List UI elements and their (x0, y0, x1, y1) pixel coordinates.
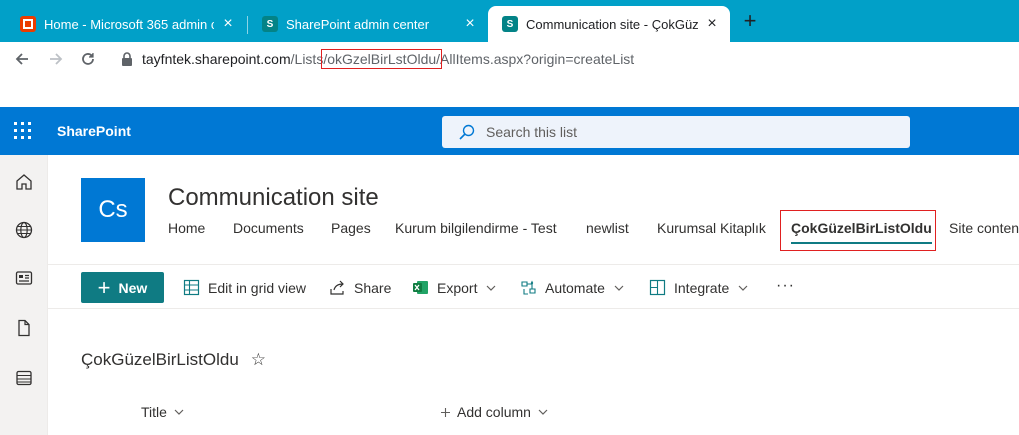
integrate-label: Integrate (674, 279, 730, 296)
nav-link-home[interactable]: Home (168, 212, 205, 252)
url-path-lists: /Lists (290, 51, 324, 67)
url-text[interactable]: tayfntek.sharepoint.com/Lists/okGzelBirL… (142, 49, 635, 69)
chevron-down-icon (614, 285, 624, 291)
tab-title: Communication site - ÇokGüzelBirListOldu (526, 16, 698, 32)
browser-tabstrip: Home - Microsoft 365 admin center × S Sh… (0, 0, 1019, 42)
share-icon (330, 280, 344, 295)
excel-icon (413, 281, 428, 294)
browser-tab-admin-center[interactable]: Home - Microsoft 365 admin center × (6, 6, 246, 42)
globe-icon[interactable] (14, 220, 34, 240)
more-options-icon[interactable]: ··· (776, 277, 795, 295)
site-title[interactable]: Communication site (168, 184, 379, 212)
site-navigation: Home Documents Pages Kurum bilgilendirme… (168, 212, 1019, 252)
forward-arrow-icon (50, 53, 63, 65)
automate-label: Automate (545, 279, 605, 296)
nav-link-pages[interactable]: Pages (331, 212, 371, 252)
nav-link-site-contents[interactable]: Site contents (949, 212, 1019, 252)
share-label: Share (354, 279, 392, 296)
tab-title: SharePoint admin center (286, 16, 430, 32)
close-tab-icon[interactable]: × (704, 16, 720, 32)
suite-bar: SharePoint (0, 107, 1019, 155)
nav-link-newlist[interactable]: newlist (586, 212, 629, 252)
search-icon (459, 124, 475, 140)
news-icon[interactable] (14, 268, 34, 288)
chevron-down-icon (174, 409, 184, 415)
list-title: ÇokGüzelBirListOldu ☆ (81, 350, 266, 370)
browser-toolbar: tayfntek.sharepoint.com/Lists/okGzelBirL… (0, 42, 1019, 76)
nav-link-current-list[interactable]: ÇokGüzelBirListOldu (791, 212, 932, 252)
sharepoint-brand-link[interactable]: SharePoint (57, 123, 131, 139)
chevron-down-icon (538, 409, 548, 415)
reload-icon (82, 53, 94, 65)
search-input[interactable] (486, 124, 886, 140)
search-box[interactable] (442, 116, 910, 148)
add-column-label: Add column (457, 404, 531, 420)
document-icon[interactable] (14, 318, 34, 338)
forward-button[interactable] (44, 47, 68, 71)
nav-link-kurum-bilgilendirme[interactable]: Kurum bilgilendirme - Test (395, 212, 557, 252)
plus-icon: + (97, 274, 111, 300)
tab-title: Home - Microsoft 365 admin center (44, 16, 214, 32)
office-icon (20, 16, 36, 32)
command-bar: + New Edit in grid view Share Export Aut… (48, 264, 1019, 309)
grid-icon (183, 279, 200, 296)
automate-icon (521, 280, 536, 295)
export-button[interactable]: Export (412, 265, 497, 310)
new-button[interactable]: + New (81, 272, 164, 303)
nav-link-documents[interactable]: Documents (233, 212, 304, 252)
column-header-title[interactable]: Title (141, 404, 185, 420)
site-logo[interactable]: Cs (81, 178, 145, 242)
export-label: Export (437, 279, 478, 296)
edit-in-grid-view-button[interactable]: Edit in grid view (183, 265, 306, 310)
back-arrow-icon (15, 53, 28, 65)
new-button-label: New (118, 279, 148, 296)
column-title-label: Title (141, 404, 167, 420)
new-tab-button[interactable]: + (738, 10, 762, 34)
browser-tab-communication-site[interactable]: S Communication site - ÇokGüzelBirListOl… (488, 6, 730, 42)
add-column-button[interactable]: Add column (440, 404, 549, 420)
url-host: tayfntek.sharepoint.com (142, 51, 291, 67)
sharepoint-icon: S (262, 16, 278, 32)
url-highlighted-segment: /okGzelBirLstOldu/ (321, 49, 443, 69)
chevron-down-icon (487, 285, 496, 291)
list-title-text: ÇokGüzelBirListOldu (81, 350, 239, 369)
app-bar (0, 155, 48, 435)
chevron-down-icon (738, 285, 748, 291)
plus-icon (441, 407, 450, 417)
integrate-icon (649, 279, 666, 296)
sharepoint-icon: S (502, 16, 518, 32)
app-launcher-icon[interactable] (14, 122, 32, 140)
share-button[interactable]: Share (329, 265, 391, 310)
reload-button[interactable] (76, 47, 100, 71)
nav-link-kurumsal-kitaplik[interactable]: Kurumsal Kitaplık (657, 212, 766, 252)
close-tab-icon[interactable]: × (462, 16, 478, 32)
back-button[interactable] (10, 47, 34, 71)
address-bar[interactable]: tayfntek.sharepoint.com/Lists/okGzelBirL… (110, 44, 1019, 74)
close-tab-icon[interactable]: × (220, 16, 236, 32)
automate-button[interactable]: Automate (520, 265, 625, 310)
favorite-star-icon[interactable]: ☆ (251, 350, 266, 370)
url-path-rest: AllItems.aspx?origin=createList (440, 51, 635, 67)
integrate-button[interactable]: Integrate (649, 265, 749, 310)
browser-tab-sharepoint-admin[interactable]: S SharePoint admin center × (248, 6, 488, 42)
lock-icon (122, 52, 132, 66)
lists-icon[interactable] (14, 368, 34, 388)
edit-in-grid-view-label: Edit in grid view (208, 279, 307, 296)
home-icon[interactable] (14, 172, 34, 192)
